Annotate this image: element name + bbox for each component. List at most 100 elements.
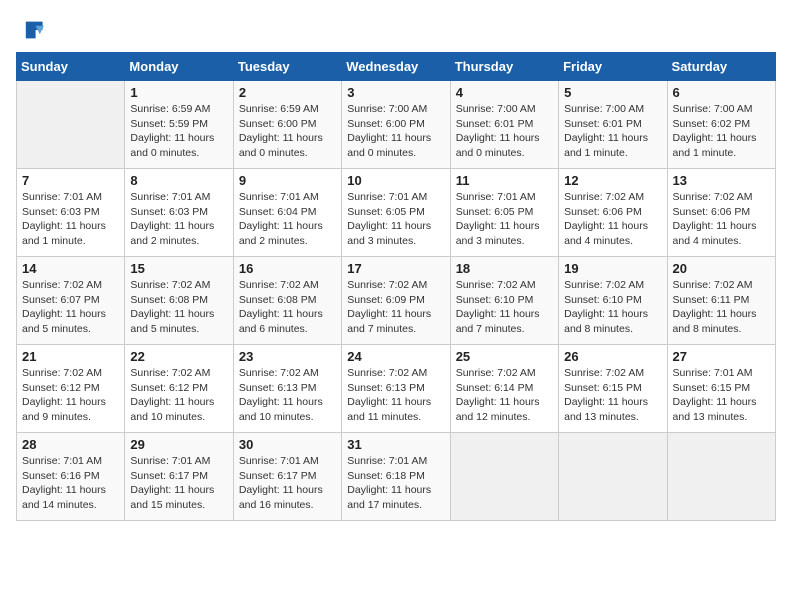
calendar-cell: 29Sunrise: 7:01 AMSunset: 6:17 PMDayligh… — [125, 433, 233, 521]
day-info: Sunrise: 7:01 AMSunset: 6:03 PMDaylight:… — [22, 190, 119, 249]
day-number: 2 — [239, 85, 336, 100]
day-number: 11 — [456, 173, 553, 188]
calendar-header-row: SundayMondayTuesdayWednesdayThursdayFrid… — [17, 53, 776, 81]
calendar-cell — [667, 433, 775, 521]
calendar-cell: 24Sunrise: 7:02 AMSunset: 6:13 PMDayligh… — [342, 345, 450, 433]
day-info: Sunrise: 7:02 AMSunset: 6:07 PMDaylight:… — [22, 278, 119, 337]
calendar-cell: 27 Sunrise: 7:01 AMSunset: 6:15 PMDayligh… — [667, 345, 775, 433]
day-info: Sunrise: 7:00 AMSunset: 6:00 PMDaylight:… — [347, 102, 444, 161]
calendar-cell — [17, 81, 125, 169]
calendar-cell: 6 Sunrise: 7:00 AMSunset: 6:02 PMDaylight… — [667, 81, 775, 169]
calendar-cell: 11 Sunrise: 7:01 AMSunset: 6:05 PMDayligh… — [450, 169, 558, 257]
day-number: 21 — [22, 349, 119, 364]
day-info: Sunrise: 7:01 AMSunset: 6:15 PMDaylight:… — [673, 366, 770, 425]
calendar-cell: 1 Sunrise: 6:59 AMSunset: 5:59 PMDaylight… — [125, 81, 233, 169]
calendar-cell: 17 Sunrise: 7:02 AMSunset: 6:09 PMDayligh… — [342, 257, 450, 345]
calendar-cell: 14 Sunrise: 7:02 AMSunset: 6:07 PMDayligh… — [17, 257, 125, 345]
calendar-cell: 8 Sunrise: 7:01 AMSunset: 6:03 PMDaylight… — [125, 169, 233, 257]
calendar-cell: 12 Sunrise: 7:02 AMSunset: 6:06 PMDayligh… — [559, 169, 667, 257]
calendar-cell: 7 Sunrise: 7:01 AMSunset: 6:03 PMDaylight… — [17, 169, 125, 257]
logo — [16, 16, 48, 44]
day-number: 22 — [130, 349, 227, 364]
day-info: Sunrise: 7:01 AMSunset: 6:16 PMDaylight:… — [22, 454, 119, 513]
day-info: Sunrise: 7:00 AMSunset: 6:02 PMDaylight:… — [673, 102, 770, 161]
day-number: 16 — [239, 261, 336, 276]
day-info: Sunrise: 7:02 AMSunset: 6:12 PMDaylight:… — [130, 366, 227, 425]
day-info: Sunrise: 7:02 AMSunset: 6:15 PMDaylight:… — [564, 366, 661, 425]
day-info: Sunrise: 7:02 AMSunset: 6:10 PMDaylight:… — [564, 278, 661, 337]
day-number: 13 — [673, 173, 770, 188]
day-info: Sunrise: 7:01 AMSunset: 6:05 PMDaylight:… — [456, 190, 553, 249]
day-info: Sunrise: 6:59 AMSunset: 5:59 PMDaylight:… — [130, 102, 227, 161]
day-info: Sunrise: 7:01 AMSunset: 6:05 PMDaylight:… — [347, 190, 444, 249]
day-number: 10 — [347, 173, 444, 188]
day-info: Sunrise: 7:02 AMSunset: 6:06 PMDaylight:… — [564, 190, 661, 249]
day-info: Sunrise: 7:01 AMSunset: 6:17 PMDaylight:… — [130, 454, 227, 513]
calendar-cell: 22 Sunrise: 7:02 AMSunset: 6:12 PMDayligh… — [125, 345, 233, 433]
day-number: 30 — [239, 437, 336, 452]
calendar-cell: 20 Sunrise: 7:02 AMSunset: 6:11 PMDayligh… — [667, 257, 775, 345]
calendar-cell — [450, 433, 558, 521]
day-of-week-header: Saturday — [667, 53, 775, 81]
day-number: 4 — [456, 85, 553, 100]
day-info: Sunrise: 7:02 AMSunset: 6:11 PMDaylight:… — [673, 278, 770, 337]
day-number: 3 — [347, 85, 444, 100]
calendar-cell: 30 Sunrise: 7:01 AMSunset: 6:17 PMDayligh… — [233, 433, 341, 521]
day-number: 5 — [564, 85, 661, 100]
calendar-cell: 5 Sunrise: 7:00 AMSunset: 6:01 PMDaylight… — [559, 81, 667, 169]
calendar-cell: 26 Sunrise: 7:02 AMSunset: 6:15 PMDayligh… — [559, 345, 667, 433]
day-number: 27 — [673, 349, 770, 364]
calendar-cell: 21Sunrise: 7:02 AMSunset: 6:12 PMDayligh… — [17, 345, 125, 433]
day-info: Sunrise: 7:02 AMSunset: 6:13 PMDaylight:… — [239, 366, 336, 425]
day-info: Sunrise: 7:02 AMSunset: 6:06 PMDaylight:… — [673, 190, 770, 249]
day-of-week-header: Friday — [559, 53, 667, 81]
calendar-cell: 9Sunrise: 7:01 AMSunset: 6:04 PMDaylight… — [233, 169, 341, 257]
logo-icon — [16, 16, 44, 44]
calendar-cell: 4Sunrise: 7:00 AMSunset: 6:01 PMDaylight… — [450, 81, 558, 169]
day-number: 14 — [22, 261, 119, 276]
calendar-cell: 28Sunrise: 7:01 AMSunset: 6:16 PMDayligh… — [17, 433, 125, 521]
day-info: Sunrise: 7:02 AMSunset: 6:13 PMDaylight:… — [347, 366, 444, 425]
day-info: Sunrise: 6:59 AMSunset: 6:00 PMDaylight:… — [239, 102, 336, 161]
calendar-cell: 19 Sunrise: 7:02 AMSunset: 6:10 PMDayligh… — [559, 257, 667, 345]
day-info: Sunrise: 7:02 AMSunset: 6:08 PMDaylight:… — [239, 278, 336, 337]
day-number: 19 — [564, 261, 661, 276]
calendar-week-row: 28Sunrise: 7:01 AMSunset: 6:16 PMDayligh… — [17, 433, 776, 521]
day-info: Sunrise: 7:01 AMSunset: 6:03 PMDaylight:… — [130, 190, 227, 249]
day-info: Sunrise: 7:01 AMSunset: 6:04 PMDaylight:… — [239, 190, 336, 249]
day-number: 17 — [347, 261, 444, 276]
day-info: Sunrise: 7:00 AMSunset: 6:01 PMDaylight:… — [564, 102, 661, 161]
day-number: 12 — [564, 173, 661, 188]
calendar-cell: 23 Sunrise: 7:02 AMSunset: 6:13 PMDayligh… — [233, 345, 341, 433]
day-number: 25 — [456, 349, 553, 364]
day-info: Sunrise: 7:02 AMSunset: 6:14 PMDaylight:… — [456, 366, 553, 425]
calendar-cell: 13 Sunrise: 7:02 AMSunset: 6:06 PMDayligh… — [667, 169, 775, 257]
calendar-week-row: 21 Sunrise: 7:02 AMSunset: 6:12 PMDayligh… — [17, 345, 776, 433]
day-info: Sunrise: 7:02 AMSunset: 6:09 PMDaylight:… — [347, 278, 444, 337]
day-number: 23 — [239, 349, 336, 364]
day-number: 31 — [347, 437, 444, 452]
calendar-cell: 18Sunrise: 7:02 AMSunset: 6:10 PMDayligh… — [450, 257, 558, 345]
day-of-week-header: Thursday — [450, 53, 558, 81]
day-info: Sunrise: 7:01 AMSunset: 6:17 PMDaylight:… — [239, 454, 336, 513]
day-number: 15 — [130, 261, 227, 276]
day-number: 26 — [564, 349, 661, 364]
day-number: 1 — [130, 85, 227, 100]
calendar-cell — [559, 433, 667, 521]
day-number: 8 — [130, 173, 227, 188]
calendar-cell: 3 Sunrise: 7:00 AMSunset: 6:00 PMDaylight… — [342, 81, 450, 169]
calendar-cell: 31 Sunrise: 7:01 AMSunset: 6:18 PMDayligh… — [342, 433, 450, 521]
calendar-week-row: 1 Sunrise: 6:59 AMSunset: 5:59 PMDaylight… — [17, 81, 776, 169]
day-number: 18 — [456, 261, 553, 276]
day-number: 6 — [673, 85, 770, 100]
calendar-cell: 2 Sunrise: 6:59 AMSunset: 6:00 PMDaylight… — [233, 81, 341, 169]
calendar-week-row: 14 Sunrise: 7:02 AMSunset: 6:07 PMDayligh… — [17, 257, 776, 345]
day-of-week-header: Wednesday — [342, 53, 450, 81]
page-header — [16, 16, 776, 44]
day-info: Sunrise: 7:01 AMSunset: 6:18 PMDaylight:… — [347, 454, 444, 513]
calendar-table: SundayMondayTuesdayWednesdayThursdayFrid… — [16, 52, 776, 521]
day-number: 7 — [22, 173, 119, 188]
day-number: 20 — [673, 261, 770, 276]
day-info: Sunrise: 7:02 AMSunset: 6:08 PMDaylight:… — [130, 278, 227, 337]
calendar-cell: 10 Sunrise: 7:01 AMSunset: 6:05 PMDayligh… — [342, 169, 450, 257]
